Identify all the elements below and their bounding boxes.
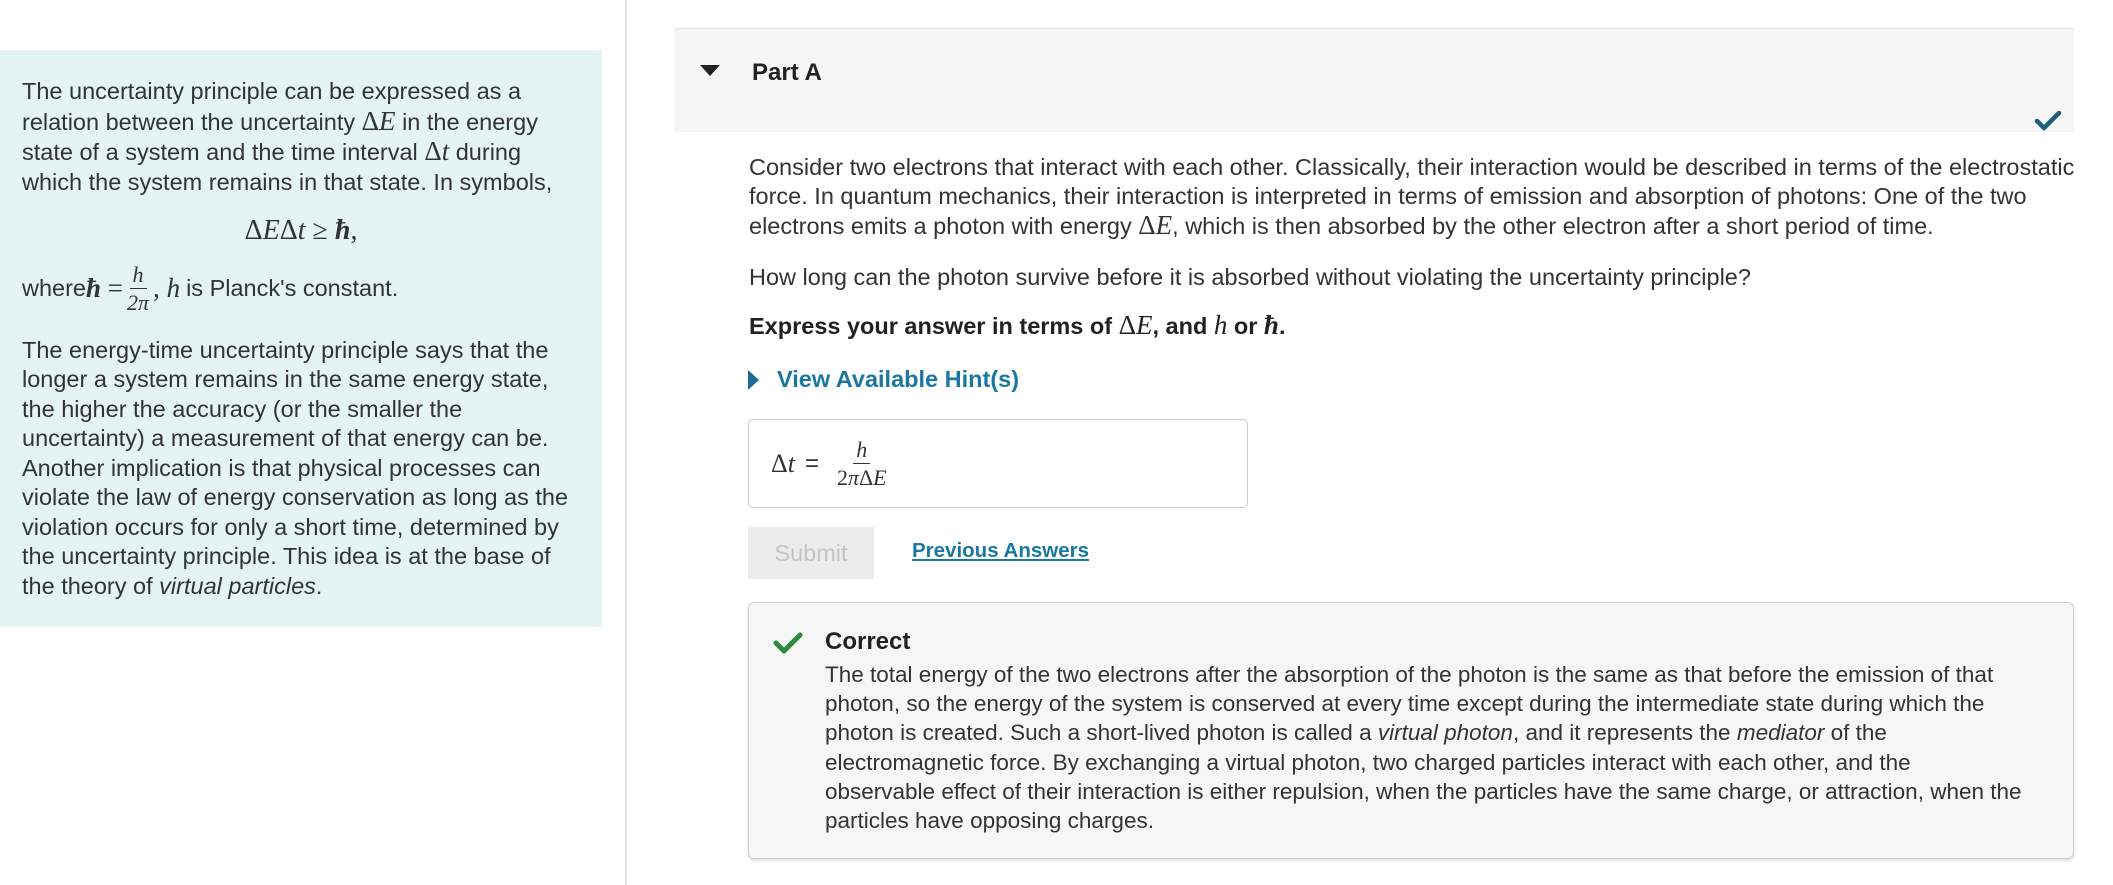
submit-button[interactable]: Submit — [748, 527, 874, 579]
intro-panel: The uncertainty principle can be express… — [0, 50, 602, 627]
view-hints-toggle[interactable]: View Available Hint(s) — [748, 366, 1019, 393]
question-area: Consider two electrons that interact wit… — [749, 153, 2079, 341]
feedback-text: The total energy of the two electrons af… — [825, 662, 2022, 834]
question-text: Consider two electrons that interact wit… — [749, 154, 2075, 240]
uncertainty-equation: ΔEΔt ≥ ħ, — [244, 215, 358, 246]
expand-triangle-icon — [748, 369, 759, 390]
correct-checkmark-icon — [773, 632, 803, 654]
answer-expression: h 2πΔE — [836, 436, 887, 490]
view-hints-label: View Available Hint(s) — [777, 366, 1020, 392]
answer-variable: Δt — [771, 448, 795, 478]
part-title: Part A — [752, 59, 822, 86]
question-prompt: How long can the photon survive before i… — [749, 264, 1751, 290]
intro-paragraph-2: where ħ = h 2π, h is Planck's constant. — [22, 261, 399, 315]
answer-instructions: Express your answer in terms of ΔE, and … — [749, 310, 1286, 340]
collapse-triangle-icon[interactable] — [700, 65, 720, 76]
h-over-2pi: h 2π — [127, 261, 150, 315]
answer-equals: = — [804, 449, 819, 477]
feedback-title: Correct — [825, 628, 911, 655]
intro-paragraph-3: The energy-time uncertainty principle sa… — [22, 336, 569, 599]
answer-field[interactable]: Δt = h 2πΔE — [748, 419, 1248, 508]
feedback-box: Correct The total energy of the two elec… — [748, 602, 2074, 859]
checkmark-icon — [2034, 110, 2062, 131]
delta-e-symbol: ΔE — [361, 105, 396, 136]
delta-t-symbol: Δt — [424, 136, 450, 166]
part-header[interactable]: Part A — [674, 28, 2074, 132]
panel-divider — [625, 0, 627, 885]
hbar-definition: ħ = — [86, 272, 124, 303]
previous-answers-link[interactable]: Previous Answers — [912, 539, 1089, 563]
intro-paragraph-1: The uncertainty principle can be express… — [22, 78, 553, 195]
